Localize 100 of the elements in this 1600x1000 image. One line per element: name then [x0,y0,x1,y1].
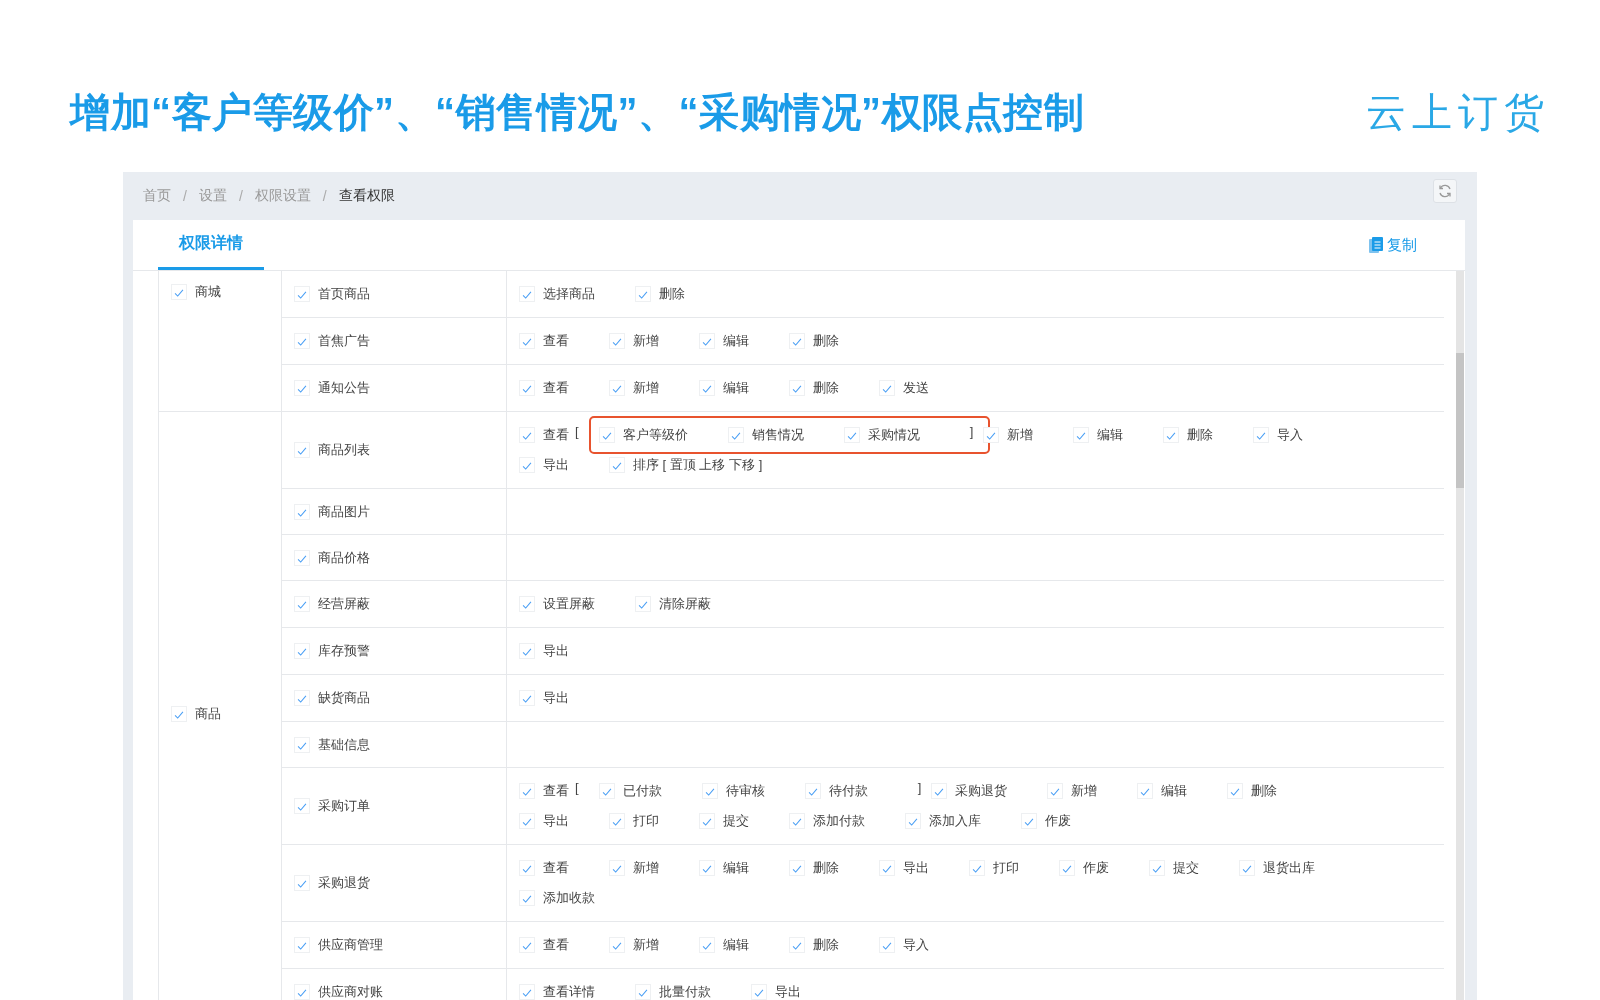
checkbox[interactable] [843,427,860,443]
checkbox[interactable] [294,503,310,520]
checkbox[interactable] [1059,860,1075,876]
checkbox[interactable] [789,860,805,876]
checkbox[interactable] [294,549,310,566]
checkbox[interactable] [1163,427,1180,443]
checkbox[interactable] [294,798,310,814]
logo: 云上订货 [1366,88,1550,136]
checkbox[interactable] [905,813,921,829]
breadcrumb-link[interactable]: 设置 [198,187,227,205]
checkbox[interactable] [294,442,310,458]
checkbox[interactable] [1239,860,1255,876]
checkbox-label: 查看 [543,426,569,444]
checkbox[interactable] [609,937,625,953]
checkbox[interactable] [1047,783,1064,799]
checkbox[interactable] [1149,860,1165,876]
checkbox[interactable] [519,596,535,612]
checkbox-label: 待审核 [725,782,765,800]
checkbox[interactable] [699,860,715,876]
checkbox[interactable] [1137,783,1154,799]
checkbox[interactable] [1073,427,1090,443]
checkbox[interactable] [789,380,805,396]
checkbox[interactable] [171,284,187,300]
breadcrumb-separator: / [183,188,187,204]
checkbox[interactable] [789,813,805,829]
checkbox[interactable] [1021,813,1037,829]
checkbox[interactable] [609,860,625,876]
checkbox-label: 经营屏蔽 [318,595,370,613]
checkbox[interactable] [519,690,535,706]
checkbox[interactable] [931,783,948,799]
checkbox[interactable] [598,783,615,799]
checkbox-label: 商品 [195,704,221,723]
checkbox-label: 查看 [543,332,569,350]
checkbox[interactable] [294,380,310,396]
checkbox[interactable] [519,427,535,443]
checkbox[interactable] [635,286,651,302]
checkbox[interactable] [171,705,187,722]
checkbox[interactable] [519,813,535,829]
checkbox[interactable] [519,457,535,473]
checkbox-label: 导入 [1277,426,1304,444]
checkbox-label: 提交 [1173,859,1199,877]
checkbox[interactable] [609,380,625,396]
checkbox-label: 首页商品 [318,285,370,303]
checkbox[interactable] [1253,427,1270,443]
checkbox[interactable] [294,596,310,612]
checkbox[interactable] [699,937,715,953]
checkbox[interactable] [519,890,535,906]
checkbox[interactable] [294,937,310,953]
checkbox[interactable] [609,813,625,829]
checkbox[interactable] [294,984,310,1000]
checkbox[interactable] [789,333,805,349]
breadcrumb-link[interactable]: 权限设置 [254,187,311,205]
checkbox[interactable] [519,937,535,953]
checkbox-label: 商品图片 [318,502,370,521]
checkbox[interactable] [294,736,310,753]
checkbox[interactable] [294,286,310,302]
checkbox[interactable] [294,643,310,659]
checkbox[interactable] [609,333,625,349]
checkbox[interactable] [519,984,535,1000]
checkbox[interactable] [699,813,715,829]
checkbox[interactable] [699,333,715,349]
checkbox[interactable] [609,457,625,473]
checkbox[interactable] [789,937,805,953]
checkbox[interactable] [635,984,651,1000]
checkbox[interactable] [519,783,535,799]
checkbox-label: 采购退货 [318,874,370,892]
checkbox[interactable] [294,690,310,706]
checkbox[interactable] [969,860,985,876]
checkbox[interactable] [879,860,895,876]
checkbox[interactable] [519,380,535,396]
breadcrumb-link[interactable]: 首页 [143,187,171,205]
checkbox[interactable] [879,937,895,953]
checkbox[interactable] [751,984,767,1000]
checkbox[interactable] [519,333,535,349]
tab[interactable]: 权限详情 [158,220,264,270]
copy-button[interactable]: 复制 [1369,220,1417,270]
checkbox[interactable] [635,596,651,612]
checkbox[interactable] [519,860,535,876]
checkbox-label: 新增 [633,332,659,350]
checkbox[interactable] [727,427,744,443]
checkbox[interactable] [699,380,715,396]
checkbox[interactable] [519,286,535,302]
checkbox-label: 供应商管理 [318,936,383,954]
checkbox-label: 待付款 [828,782,868,800]
checkbox-label: 添加入库 [929,812,981,830]
checkbox[interactable] [701,783,718,799]
scrollbar[interactable] [1456,271,1464,1000]
checkbox[interactable] [983,427,1000,443]
checkbox[interactable] [519,643,535,659]
breadcrumb-current: 查看权限 [338,187,395,205]
checkbox[interactable] [294,333,310,349]
checkbox-label: 缺货商品 [318,689,370,707]
checkbox[interactable] [294,875,310,891]
checkbox[interactable] [598,427,615,443]
checkbox-label: 商品列表 [318,441,370,459]
checkbox[interactable] [1227,783,1244,799]
checkbox[interactable] [804,783,821,799]
checkbox-label: 添加付款 [813,812,865,830]
checkbox[interactable] [879,380,895,396]
refresh-button[interactable] [1433,179,1457,203]
